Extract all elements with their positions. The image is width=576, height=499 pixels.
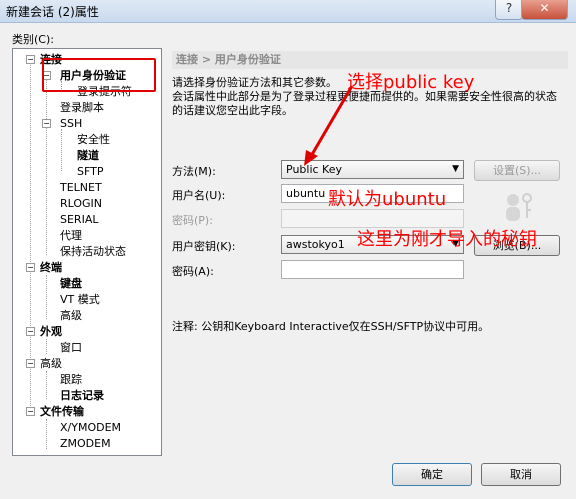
collapse-icon[interactable]: − (26, 327, 35, 336)
tree-item-tunnel[interactable]: 隧道 (77, 149, 99, 163)
username-label: 用户名(U): (172, 189, 226, 202)
collapse-icon[interactable]: − (42, 119, 51, 128)
window-title: 新建会话 (2)属性 (6, 5, 99, 19)
ok-button[interactable]: 确定 (392, 463, 472, 486)
tree-item-zmodem[interactable]: ZMODEM (60, 437, 111, 451)
tree-item-xymodem[interactable]: X/YMODEM (60, 421, 121, 435)
tree-connector (30, 61, 31, 410)
tree-connector (61, 129, 62, 171)
passphrase-input[interactable] (281, 260, 464, 279)
collapse-icon[interactable]: − (26, 263, 35, 272)
category-label: 类别(C): (12, 33, 54, 46)
tree-item-vt-mode[interactable]: VT 模式 (60, 293, 100, 307)
tree-item-rlogin[interactable]: RLOGIN (60, 197, 102, 211)
collapse-icon[interactable]: − (26, 55, 35, 64)
tree-item-proxy[interactable]: 代理 (60, 229, 82, 243)
tree-item-telnet[interactable]: TELNET (60, 181, 102, 195)
help-button[interactable]: ? (495, 0, 523, 20)
collapse-icon[interactable]: − (26, 407, 35, 416)
tree-item-terminal[interactable]: 终端 (40, 261, 62, 275)
highlight-box (42, 58, 156, 92)
tree-item-appearance[interactable]: 外观 (40, 325, 62, 339)
tree-connector (46, 275, 47, 319)
tree-connector (46, 339, 47, 354)
tree-item-window[interactable]: 窗口 (60, 341, 82, 355)
cancel-button[interactable]: 取消 (481, 463, 561, 486)
tree-connector (46, 419, 47, 449)
chevron-down-icon: ▼ (452, 164, 459, 174)
method-label: 方法(M): (172, 165, 216, 178)
panel-title: 连接 > 用户身份验证 (172, 51, 568, 69)
collapse-icon[interactable]: − (26, 359, 35, 368)
passphrase-label: 密码(A): (172, 265, 214, 278)
annotation-key-here: 这里为刚才导入的秘钥 (357, 229, 537, 250)
tree-item-logging[interactable]: 日志记录 (60, 389, 104, 403)
tree-connector (46, 79, 47, 255)
tree-item-sftp[interactable]: SFTP (77, 165, 103, 179)
tree-connector (46, 371, 47, 399)
tree-item-login-script[interactable]: 登录脚本 (60, 101, 104, 115)
annotation-select-key: 选择public key (347, 72, 475, 93)
annotation-default-ubuntu: 默认为ubuntu (328, 189, 447, 210)
setup-button[interactable]: 设置(S)... (474, 160, 560, 181)
tree-item-file-transfer[interactable]: 文件传输 (40, 405, 84, 419)
userkey-value: awstokyo1 (286, 238, 345, 251)
tree-item-serial[interactable]: SERIAL (60, 213, 98, 227)
tree-item-ssh[interactable]: SSH (60, 117, 82, 131)
tree-item-advanced[interactable]: 高级 (40, 357, 62, 371)
userkey-label: 用户密钥(K): (172, 240, 236, 253)
key-icon (506, 193, 532, 221)
tree-item-keyboard[interactable]: 键盘 (60, 277, 82, 291)
tree-item-keepalive[interactable]: 保持活动状态 (60, 245, 126, 259)
tree-item-security[interactable]: 安全性 (77, 133, 110, 147)
title-bar: 新建会话 (2)属性 ? ✕ (0, 0, 576, 23)
tree-item-terminal-advanced[interactable]: 高级 (60, 309, 82, 323)
close-button[interactable]: ✕ (521, 0, 568, 20)
note-text: 注释: 公钥和Keyboard Interactive仅在SSH/SFTP协议中… (172, 320, 490, 333)
tree-item-trace[interactable]: 跟踪 (60, 373, 82, 387)
password-label: 密码(P): (172, 214, 213, 227)
category-tree[interactable]: − 连接 − 用户身份验证 登录提示符 登录脚本 − SSH 安全性 隧道 SF… (12, 48, 162, 456)
